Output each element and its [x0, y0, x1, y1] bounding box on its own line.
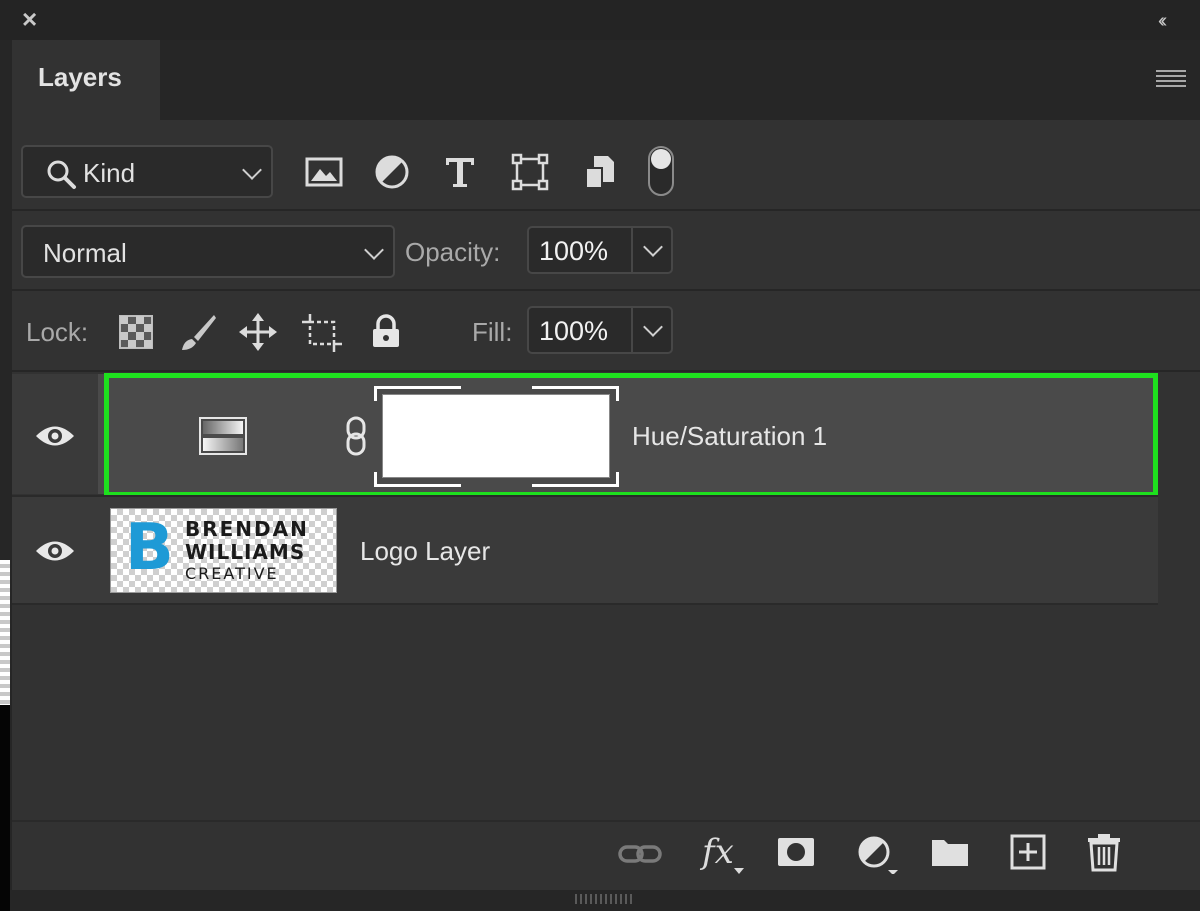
opacity-field[interactable]: 100%: [527, 226, 673, 274]
filter-kind-label: Kind: [83, 158, 136, 188]
chevron-down-icon: [364, 240, 384, 260]
type-filter-icon[interactable]: [440, 152, 480, 192]
logo-line1: BRENDAN: [185, 517, 309, 541]
new-layer-icon[interactable]: [1006, 830, 1050, 874]
eye-icon[interactable]: [34, 536, 76, 566]
logo-layer-thumbnail[interactable]: B BRENDAN WILLIAMS CREATIVE: [110, 508, 337, 593]
tab-label: Layers: [38, 62, 122, 92]
resize-grip-icon[interactable]: [575, 894, 633, 904]
logo-mark: B: [125, 511, 174, 585]
canvas-edge: [0, 560, 10, 705]
chevron-down-icon: [242, 160, 262, 180]
combo-divider: [631, 228, 633, 272]
fill-value[interactable]: 100%: [539, 316, 608, 347]
divider: [12, 289, 1200, 291]
submenu-arrow-icon: [734, 868, 744, 874]
filter-kind-dropdown[interactable]: Kind: [21, 145, 273, 198]
selected-layer-highlight: [104, 373, 1158, 497]
lock-image-pixels-icon[interactable]: [178, 312, 218, 352]
smart-object-filter-icon[interactable]: [580, 152, 620, 192]
layer-name-logo[interactable]: Logo Layer: [360, 536, 490, 567]
divider: [12, 209, 1200, 211]
shape-filter-icon[interactable]: [510, 152, 550, 192]
image-filter-icon[interactable]: [304, 152, 344, 192]
search-icon: [47, 160, 76, 189]
lock-label: Lock:: [26, 317, 89, 347]
fill-field[interactable]: 100%: [527, 306, 673, 354]
toggle-knob: [651, 149, 671, 169]
blend-mode-value: Normal: [43, 238, 127, 268]
tab-row: [12, 40, 1200, 120]
fx-icon[interactable]: fx: [700, 830, 748, 880]
lock-transparent-pixels-icon[interactable]: [116, 312, 156, 352]
link-layers-icon[interactable]: [618, 832, 662, 876]
blend-mode-dropdown[interactable]: Normal: [21, 225, 395, 278]
row-divider: [12, 603, 1158, 605]
panel-header-bar: [0, 0, 1200, 40]
opacity-value[interactable]: 100%: [539, 236, 608, 267]
fx-label: fx: [702, 832, 734, 872]
lock-all-icon[interactable]: [366, 312, 406, 352]
filter-toggle-switch[interactable]: [648, 146, 674, 196]
add-mask-icon[interactable]: [774, 830, 818, 874]
adjustment-filter-icon[interactable]: [372, 152, 412, 192]
panel-menu-icon[interactable]: [1156, 70, 1186, 88]
collapse-panel-icon[interactable]: ‹‹: [1158, 8, 1188, 34]
chevron-down-icon[interactable]: [643, 317, 663, 337]
logo-line2: WILLIAMS: [185, 540, 306, 564]
eye-icon[interactable]: [34, 421, 76, 451]
chevron-down-icon[interactable]: [643, 237, 663, 257]
fill-label: Fill:: [472, 317, 513, 347]
divider: [12, 370, 1200, 372]
logo-line3: CREATIVE: [185, 564, 279, 583]
combo-divider: [631, 308, 633, 352]
opacity-label: Opacity:: [405, 237, 501, 267]
lock-artboard-icon[interactable]: [302, 312, 342, 352]
delete-icon[interactable]: [1082, 830, 1126, 874]
canvas-edge-dark: [0, 705, 10, 911]
lock-position-icon[interactable]: [238, 312, 278, 352]
new-adjustment-icon[interactable]: [854, 830, 898, 874]
close-panel-icon[interactable]: ×: [22, 6, 48, 32]
new-group-icon[interactable]: [928, 830, 972, 874]
